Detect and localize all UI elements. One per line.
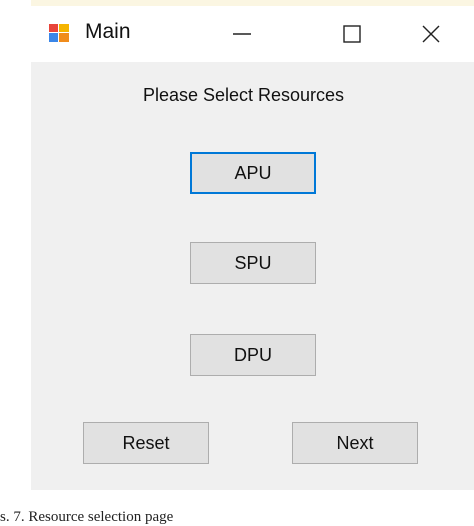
close-icon [422, 25, 440, 43]
spu-button[interactable]: SPU [190, 242, 316, 284]
maximize-icon [343, 25, 361, 43]
close-button[interactable] [408, 15, 454, 53]
figure-caption: s. 7. Resource selection page [0, 509, 174, 525]
app-icon [49, 24, 69, 42]
maximize-button[interactable] [329, 15, 375, 53]
minimize-button[interactable] [219, 15, 265, 53]
title-bar: Main [31, 6, 474, 62]
window-title: Main [85, 20, 131, 43]
reset-button[interactable]: Reset [83, 422, 209, 464]
main-window: Main Please Select Resources APU SPU DPU… [31, 6, 474, 490]
next-button[interactable]: Next [292, 422, 418, 464]
dpu-button[interactable]: DPU [190, 334, 316, 376]
form-heading: Please Select Resources [142, 85, 345, 105]
apu-button[interactable]: APU [190, 152, 316, 194]
minimize-icon [233, 33, 251, 35]
